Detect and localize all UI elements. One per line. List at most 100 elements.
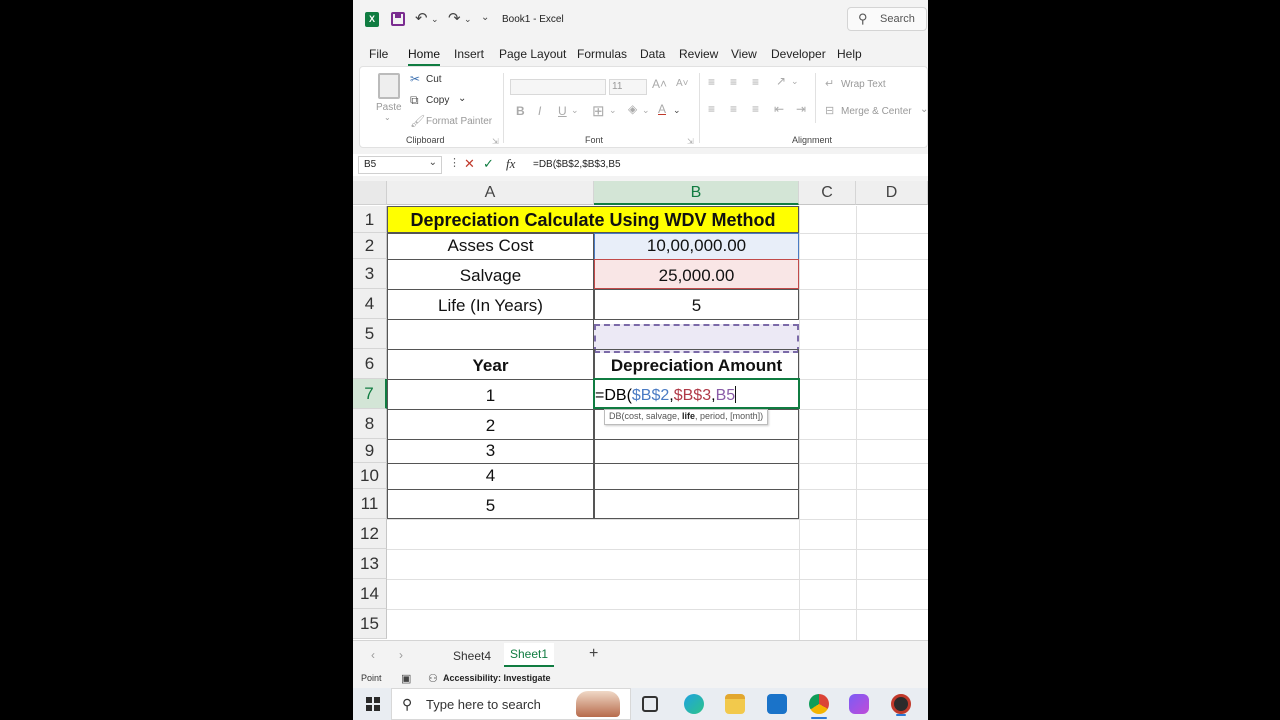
row-header-3[interactable]: 3	[353, 259, 387, 289]
sheet-tab-sheet4[interactable]: Sheet4	[453, 649, 491, 663]
align-right-icon[interactable]: ≡	[752, 102, 759, 116]
tab-insert[interactable]: Insert	[454, 47, 484, 61]
fill-color-icon[interactable]: ◈	[628, 102, 637, 116]
merge-center-button[interactable]: Merge & Center	[841, 106, 912, 117]
align-center-icon[interactable]: ≡	[730, 102, 737, 116]
cell-b9[interactable]	[594, 439, 799, 464]
underline-dropdown-icon[interactable]: ⌄	[571, 105, 579, 116]
cell-b11[interactable]	[594, 489, 799, 519]
sheet-title-cell[interactable]: Depreciation Calculate Using WDV Method	[387, 206, 799, 233]
row-header-11[interactable]: 11	[353, 489, 387, 519]
chevron-right-icon[interactable]: ›	[399, 648, 403, 662]
recorder-app-icon[interactable]	[891, 694, 911, 716]
row-header-1[interactable]: 1	[353, 206, 387, 233]
chrome-icon[interactable]	[809, 694, 829, 719]
font-size-select[interactable]: 11	[609, 79, 647, 95]
accessibility-status[interactable]: Accessibility: Investigate	[443, 673, 551, 683]
row-header-14[interactable]: 14	[353, 579, 387, 609]
font-launcher-icon[interactable]: ⇲	[687, 137, 694, 146]
row-header-6[interactable]: 6	[353, 349, 387, 379]
font-color-dropdown-icon[interactable]: ⌄	[673, 105, 681, 116]
row-header-15[interactable]: 15	[353, 609, 387, 639]
column-header-d[interactable]: D	[856, 181, 928, 205]
cut-icon[interactable]: ✂	[410, 72, 420, 86]
taskbar-search[interactable]: ⚲ Type here to search	[391, 688, 631, 720]
align-left-icon[interactable]: ≡	[708, 102, 715, 116]
increase-indent-icon[interactable]: ⇥	[796, 102, 806, 116]
accessibility-icon[interactable]: ⚇	[428, 672, 438, 685]
italic-button[interactable]: I	[538, 104, 541, 118]
fill-dropdown-icon[interactable]: ⌄	[642, 105, 650, 116]
merge-center-icon[interactable]: ⊟	[825, 104, 834, 117]
tab-view[interactable]: View	[731, 47, 757, 61]
row-header-10[interactable]: 10	[353, 463, 387, 489]
font-color-icon[interactable]: A	[658, 102, 666, 116]
row-header-9[interactable]: 9	[353, 439, 387, 463]
save-icon[interactable]	[391, 12, 405, 26]
decrease-font-icon[interactable]: A˅	[676, 78, 689, 89]
copy-dropdown-icon[interactable]: ⌄	[458, 93, 466, 104]
chevron-left-icon[interactable]: ‹	[371, 648, 375, 662]
tab-review[interactable]: Review	[679, 47, 718, 61]
undo-dropdown-icon[interactable]: ⌄	[431, 14, 439, 25]
paste-dropdown-icon[interactable]: ⌄	[384, 113, 391, 122]
format-painter-icon[interactable]: 🖌	[410, 114, 425, 128]
enter-icon[interactable]: ✓	[483, 156, 494, 172]
select-all-corner[interactable]	[353, 181, 387, 205]
macro-record-icon[interactable]: ▣	[401, 672, 411, 685]
top-align-icon[interactable]: ≡	[708, 75, 715, 89]
borders-dropdown-icon[interactable]: ⌄	[609, 105, 617, 116]
function-tooltip[interactable]: DB(cost, salvage, life, period, [month])	[604, 409, 769, 425]
sheet-tab-sheet1[interactable]: Sheet1	[504, 643, 555, 667]
copy-icon[interactable]: ⧉	[410, 93, 419, 108]
paste-button[interactable]: Paste	[376, 102, 402, 113]
orientation-icon[interactable]: ↗	[776, 74, 786, 88]
undo-icon[interactable]: ↶	[415, 9, 428, 27]
paste-icon[interactable]	[378, 73, 400, 99]
format-painter-button[interactable]: Format Painter	[426, 116, 492, 127]
increase-font-icon[interactable]: A˄	[652, 77, 667, 91]
row-header-5[interactable]: 5	[353, 319, 387, 349]
tab-page-layout[interactable]: Page Layout	[499, 47, 566, 61]
decrease-indent-icon[interactable]: ⇤	[774, 102, 784, 116]
column-header-b[interactable]: B	[594, 181, 799, 205]
column-header-a[interactable]: A	[387, 181, 594, 205]
bottom-align-icon[interactable]: ≡	[752, 75, 759, 89]
merge-dropdown-icon[interactable]: ⌄	[920, 104, 928, 115]
cut-button[interactable]: Cut	[426, 74, 442, 85]
file-explorer-icon[interactable]	[725, 694, 745, 714]
name-box[interactable]: B5 ⌄	[358, 156, 442, 174]
customize-toolbar-icon[interactable]: ⌄	[481, 12, 489, 23]
cell-b10[interactable]	[594, 463, 799, 490]
task-view-icon[interactable]	[642, 696, 658, 712]
cell-edit-formula[interactable]: =DB($B$2,$B$3,B5	[595, 386, 737, 405]
redo-dropdown-icon[interactable]: ⌄	[464, 14, 472, 25]
font-name-select[interactable]	[510, 79, 606, 95]
tab-formulas[interactable]: Formulas	[577, 47, 627, 61]
edge-icon[interactable]	[684, 694, 704, 714]
column-header-c[interactable]: C	[799, 181, 856, 205]
tab-help[interactable]: Help	[837, 47, 862, 61]
tab-data[interactable]: Data	[640, 47, 665, 61]
add-sheet-button[interactable]: +	[589, 645, 598, 663]
mail-icon[interactable]	[767, 694, 787, 714]
row-header-12[interactable]: 12	[353, 519, 387, 549]
redo-icon[interactable]: ↷	[448, 9, 461, 27]
cancel-icon[interactable]: ✕	[464, 156, 475, 172]
row-header-4[interactable]: 4	[353, 289, 387, 319]
formula-input[interactable]: =DB($B$2,$B$3,B5	[533, 159, 621, 170]
clipboard-launcher-icon[interactable]: ⇲	[492, 137, 499, 146]
tab-home[interactable]: Home	[408, 47, 441, 66]
underline-button[interactable]: U	[558, 104, 567, 118]
windows-start-icon[interactable]	[366, 697, 380, 711]
bold-button[interactable]: B	[516, 104, 525, 118]
chevron-down-icon[interactable]: ⌄	[429, 157, 437, 168]
wrap-text-button[interactable]: Wrap Text	[841, 79, 886, 90]
cell-a5[interactable]	[387, 319, 594, 350]
copilot-icon[interactable]	[849, 694, 869, 714]
insert-function-button[interactable]: fx	[506, 156, 515, 172]
search-box[interactable]: ⚲ Search	[847, 7, 927, 31]
wrap-text-icon[interactable]: ↵	[825, 77, 834, 90]
row-header-8[interactable]: 8	[353, 409, 387, 439]
copy-button[interactable]: Copy	[426, 95, 449, 106]
